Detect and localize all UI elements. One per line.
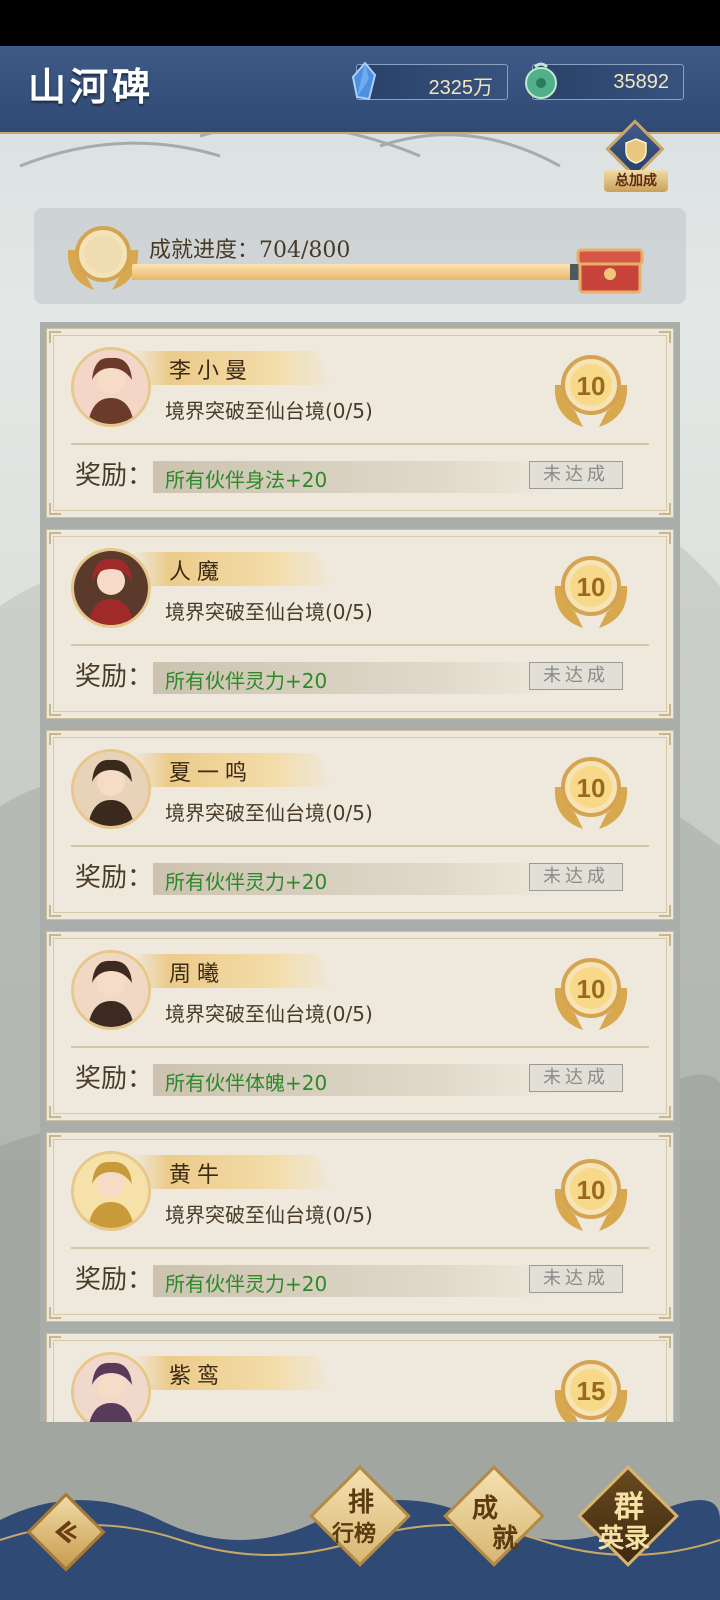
achievement-condition: 境界突破至仙台境(0/5) [165,399,373,423]
divider [71,1247,649,1249]
name-ribbon [133,1356,333,1390]
achievement-status-button[interactable]: 未达成 [529,1064,623,1092]
reward-text: 所有伙伴身法+20 [165,468,328,492]
top-header: 山河碑 2325万 35892 [0,46,720,134]
back-arrow-icon [54,1520,77,1544]
divider [71,443,649,445]
reward-label: 奖励： [75,1265,154,1295]
hero-avatar [71,749,151,829]
hero-avatar [71,1151,151,1231]
hero-avatar [71,347,151,427]
medal-icon [67,226,139,290]
back-button[interactable] [26,1492,106,1572]
achievement-status-button[interactable]: 未达成 [529,461,623,489]
reward-text: 所有伙伴灵力+20 [165,1272,328,1296]
currency-jade[interactable]: 35892 [525,62,684,100]
name-ribbon [133,954,333,988]
nav-heroes-button[interactable]: 群 英录 [577,1465,679,1567]
achievement-progress-panel: 成就进度：704/800 [34,208,686,304]
total-bonus-label: 总加成 [604,170,668,192]
name-ribbon [133,552,333,586]
achievement-points: 10 [577,572,606,602]
achievement-points: 10 [577,974,606,1004]
total-bonus-button[interactable]: 总加成 [604,119,668,196]
achievement-card[interactable]: 夏一鸣 境界突破至仙台境(0/5) 10 奖励： 所有伙伴灵力+20 未达成 [46,730,674,920]
hero-name: 李小曼 [169,359,254,384]
achievement-condition: 境界突破至仙台境(0/5) [165,801,373,825]
nav-achievement-button[interactable]: 成 就 [443,1465,545,1567]
achievement-condition: 境界突破至仙台境(0/5) [165,600,373,624]
reward-label: 奖励： [75,662,154,692]
treasure-chest-icon[interactable] [574,242,646,296]
hero-avatar [71,950,151,1030]
achievement-status-button[interactable]: 未达成 [529,863,623,891]
achievement-points-medal: 10 [554,757,628,829]
crystal-amount: 2325万 [428,77,494,99]
nav-leaderboard-line2: 行榜 [332,1521,377,1547]
jade-coin-icon [525,62,557,99]
reward-label: 奖励： [75,461,154,491]
achievement-card[interactable]: 黄牛 境界突破至仙台境(0/5) 10 奖励： 所有伙伴灵力+20 未达成 [46,1132,674,1322]
jade-amount: 35892 [613,71,669,93]
nav-heroes-line2: 英录 [598,1524,651,1554]
achievement-points: 15 [577,1376,606,1406]
divider [71,1046,649,1048]
hero-name: 夏一鸣 [169,761,254,786]
divider [71,644,649,646]
currency-crystal[interactable]: 2325万 [351,61,508,101]
progress-bar [132,264,630,280]
achievement-condition: 境界突破至仙台境(0/5) [165,1002,373,1026]
hero-name: 黄牛 [169,1163,226,1188]
achievement-points: 10 [577,371,606,401]
achievement-card[interactable]: 李小曼 境界突破至仙台境(0/5) 10 奖励： 所有伙伴身法+20 未达成 [46,328,674,518]
reward-text: 所有伙伴灵力+20 [165,669,328,693]
name-ribbon [133,1155,333,1189]
shield-icon [625,138,647,164]
nav-leaderboard-button[interactable]: 排 行榜 [309,1465,411,1567]
page-title: 山河碑 [28,64,155,109]
achievement-condition: 境界突破至仙台境(0/5) [165,1203,373,1227]
achievement-card[interactable]: 周曦 境界突破至仙台境(0/5) 10 奖励： 所有伙伴体魄+20 未达成 [46,931,674,1121]
achievement-points-medal: 10 [554,1159,628,1231]
achievement-points-medal: 10 [554,355,628,427]
achievement-points-medal: 10 [554,958,628,1030]
achievement-status-button[interactable]: 未达成 [529,1265,623,1293]
achievement-points-medal: 15 [554,1360,628,1422]
reward-text: 所有伙伴灵力+20 [165,870,328,894]
achievement-points: 10 [577,1175,606,1205]
reward-label: 奖励： [75,863,154,893]
achievement-card[interactable]: 紫鸾 15 [46,1333,674,1422]
hero-avatar [71,548,151,628]
progress-label: 成就进度：704/800 [149,238,351,263]
achievement-points: 10 [577,773,606,803]
nav-achievement-line2: 就 [492,1524,519,1554]
status-bar [0,0,720,46]
achievement-status-button[interactable]: 未达成 [529,662,623,690]
divider [71,845,649,847]
hero-name: 人魔 [169,560,226,585]
achievement-list[interactable]: 李小曼 境界突破至仙台境(0/5) 10 奖励： 所有伙伴身法+20 未达成 人… [40,322,680,1422]
achievement-card[interactable]: 人魔 境界突破至仙台境(0/5) 10 奖励： 所有伙伴灵力+20 未达成 [46,529,674,719]
blue-crystal-icon [351,61,377,101]
reward-text: 所有伙伴体魄+20 [165,1071,328,1095]
reward-label: 奖励： [75,1064,154,1094]
hero-avatar [71,1352,151,1422]
nav-leaderboard-line1: 排 [348,1488,375,1518]
achievement-points-medal: 10 [554,556,628,628]
progress-bar-fill [132,264,571,280]
hero-name: 紫鸾 [169,1364,226,1389]
hero-name: 周曦 [169,962,226,987]
